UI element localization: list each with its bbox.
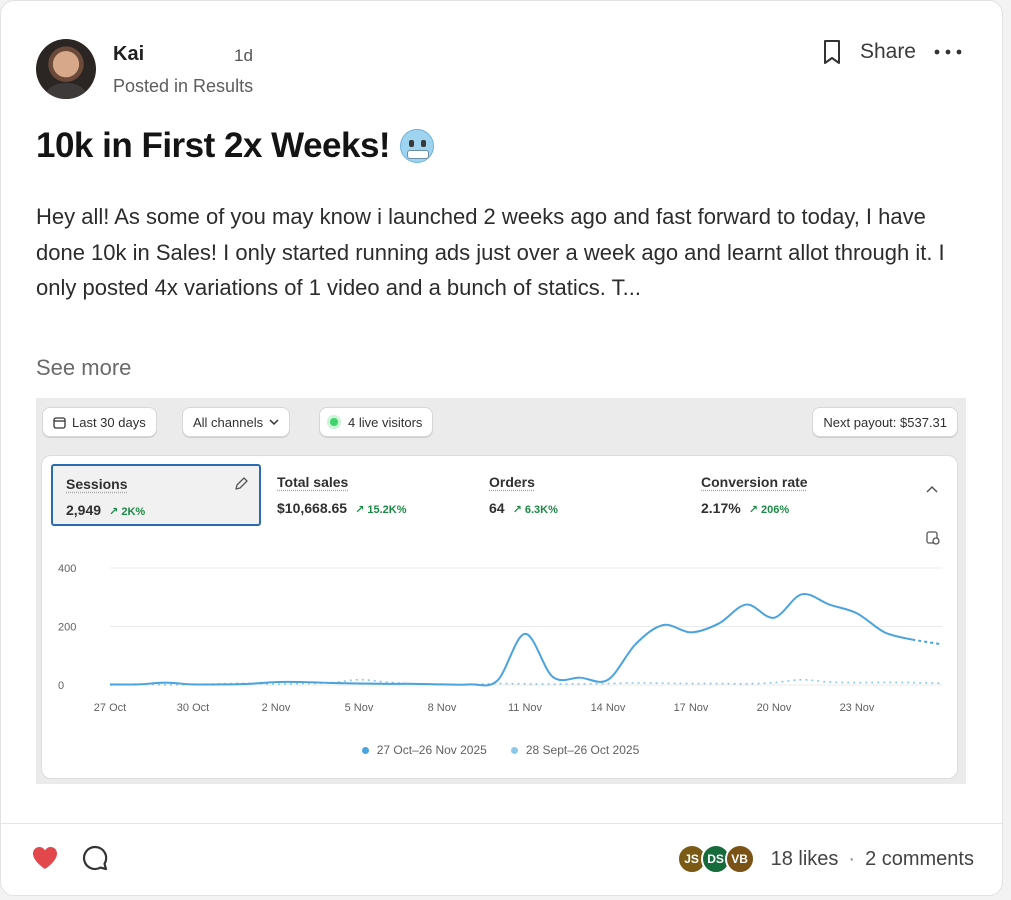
legend-item: 27 Oct–26 Nov 2025 [361,743,487,757]
cold-face-emoji-icon [400,129,435,163]
author-name[interactable]: Kai [113,43,144,66]
channels-dropdown: All channels [182,407,291,437]
chart-legend: 27 Oct–26 Nov 2025 28 Sept–26 Oct 2025 [42,743,959,757]
series-line-current-projection [912,638,941,646]
separator: · [848,847,856,870]
more-icon[interactable] [934,48,962,56]
payout-badge: Next payout: $537.31 [812,407,958,437]
heart-icon[interactable] [31,845,59,871]
post-age: 1d [234,46,253,65]
legend-swatch [361,746,369,754]
see-more-link[interactable]: See more [36,355,131,381]
engagement-summary: JS DS VB 18 likes · 2 comments [676,844,974,874]
x-tick-label: 20 Nov [757,702,792,714]
liker-avatars[interactable]: JS DS VB [676,844,755,874]
date-range-button: Last 30 days [42,407,157,437]
payout-label: Next payout: $537.31 [823,414,947,430]
live-visitors-badge: 4 live visitors [319,407,434,437]
author-avatar[interactable] [36,39,96,99]
sessions-line-chart: 0 200 400 27 Oct 30 Oct 2 Nov 5 Nov 8 Nov 11 Nov… [58,563,942,714]
share-button[interactable]: Share [860,40,916,64]
footer-divider [1,823,1004,824]
legend-label: 28 Sept–26 Oct 2025 [525,743,640,757]
x-tick-label: 27 Oct [94,702,126,714]
post-title: 10k in First 2x Weeks! [36,126,435,166]
post-title-text: 10k in First 2x Weeks! [36,126,391,165]
post-body: Hey all! As some of you may know i launc… [36,204,945,300]
chevron-down-icon [269,419,279,426]
avatar-shirt [46,83,86,99]
comments-count[interactable]: 2 comments [865,848,974,871]
x-tick-label: 11 Nov [508,702,543,714]
x-tick-label: 2 Nov [262,702,291,714]
x-tick-label: 30 Oct [177,702,209,714]
legend-item: 28 Sept–26 Oct 2025 [510,743,640,757]
channels-label: All channels [193,414,264,430]
series-line-current [109,593,913,687]
x-tick-label: 5 Nov [345,702,374,714]
x-tick-label: 8 Nov [428,702,457,714]
calendar-icon [53,416,66,429]
legend-label: 27 Oct–26 Nov 2025 [376,743,487,757]
x-tick-label: 14 Nov [591,702,626,714]
likes-count[interactable]: 18 likes [771,848,839,871]
top-actions: Share [822,39,962,65]
metrics-panel: Sessions 2,949 ↗ 2K% Total sales $10,668.… [41,455,958,779]
post-card: Kai 1d Posted in Results Share 10k in Fi… [0,0,1004,896]
post-category[interactable]: Posted in Results [113,76,253,97]
legend-swatch [510,746,518,754]
liker-avatar[interactable]: VB [724,844,755,874]
x-tick-label: 17 Nov [674,702,709,714]
analytics-screenshot[interactable]: Last 30 days All channels 4 live visitor… [36,398,966,784]
live-dot-icon [330,418,338,426]
comment-icon[interactable] [81,844,109,872]
y-tick-label: 400 [58,563,76,575]
x-tick-label: 23 Nov [840,702,875,714]
y-tick-label: 0 [58,680,64,692]
y-tick-label: 200 [58,622,76,634]
bookmark-icon[interactable] [822,39,842,65]
reaction-actions [31,844,109,872]
live-visitors-label: 4 live visitors [348,414,423,430]
date-range-label: Last 30 days [72,414,146,430]
